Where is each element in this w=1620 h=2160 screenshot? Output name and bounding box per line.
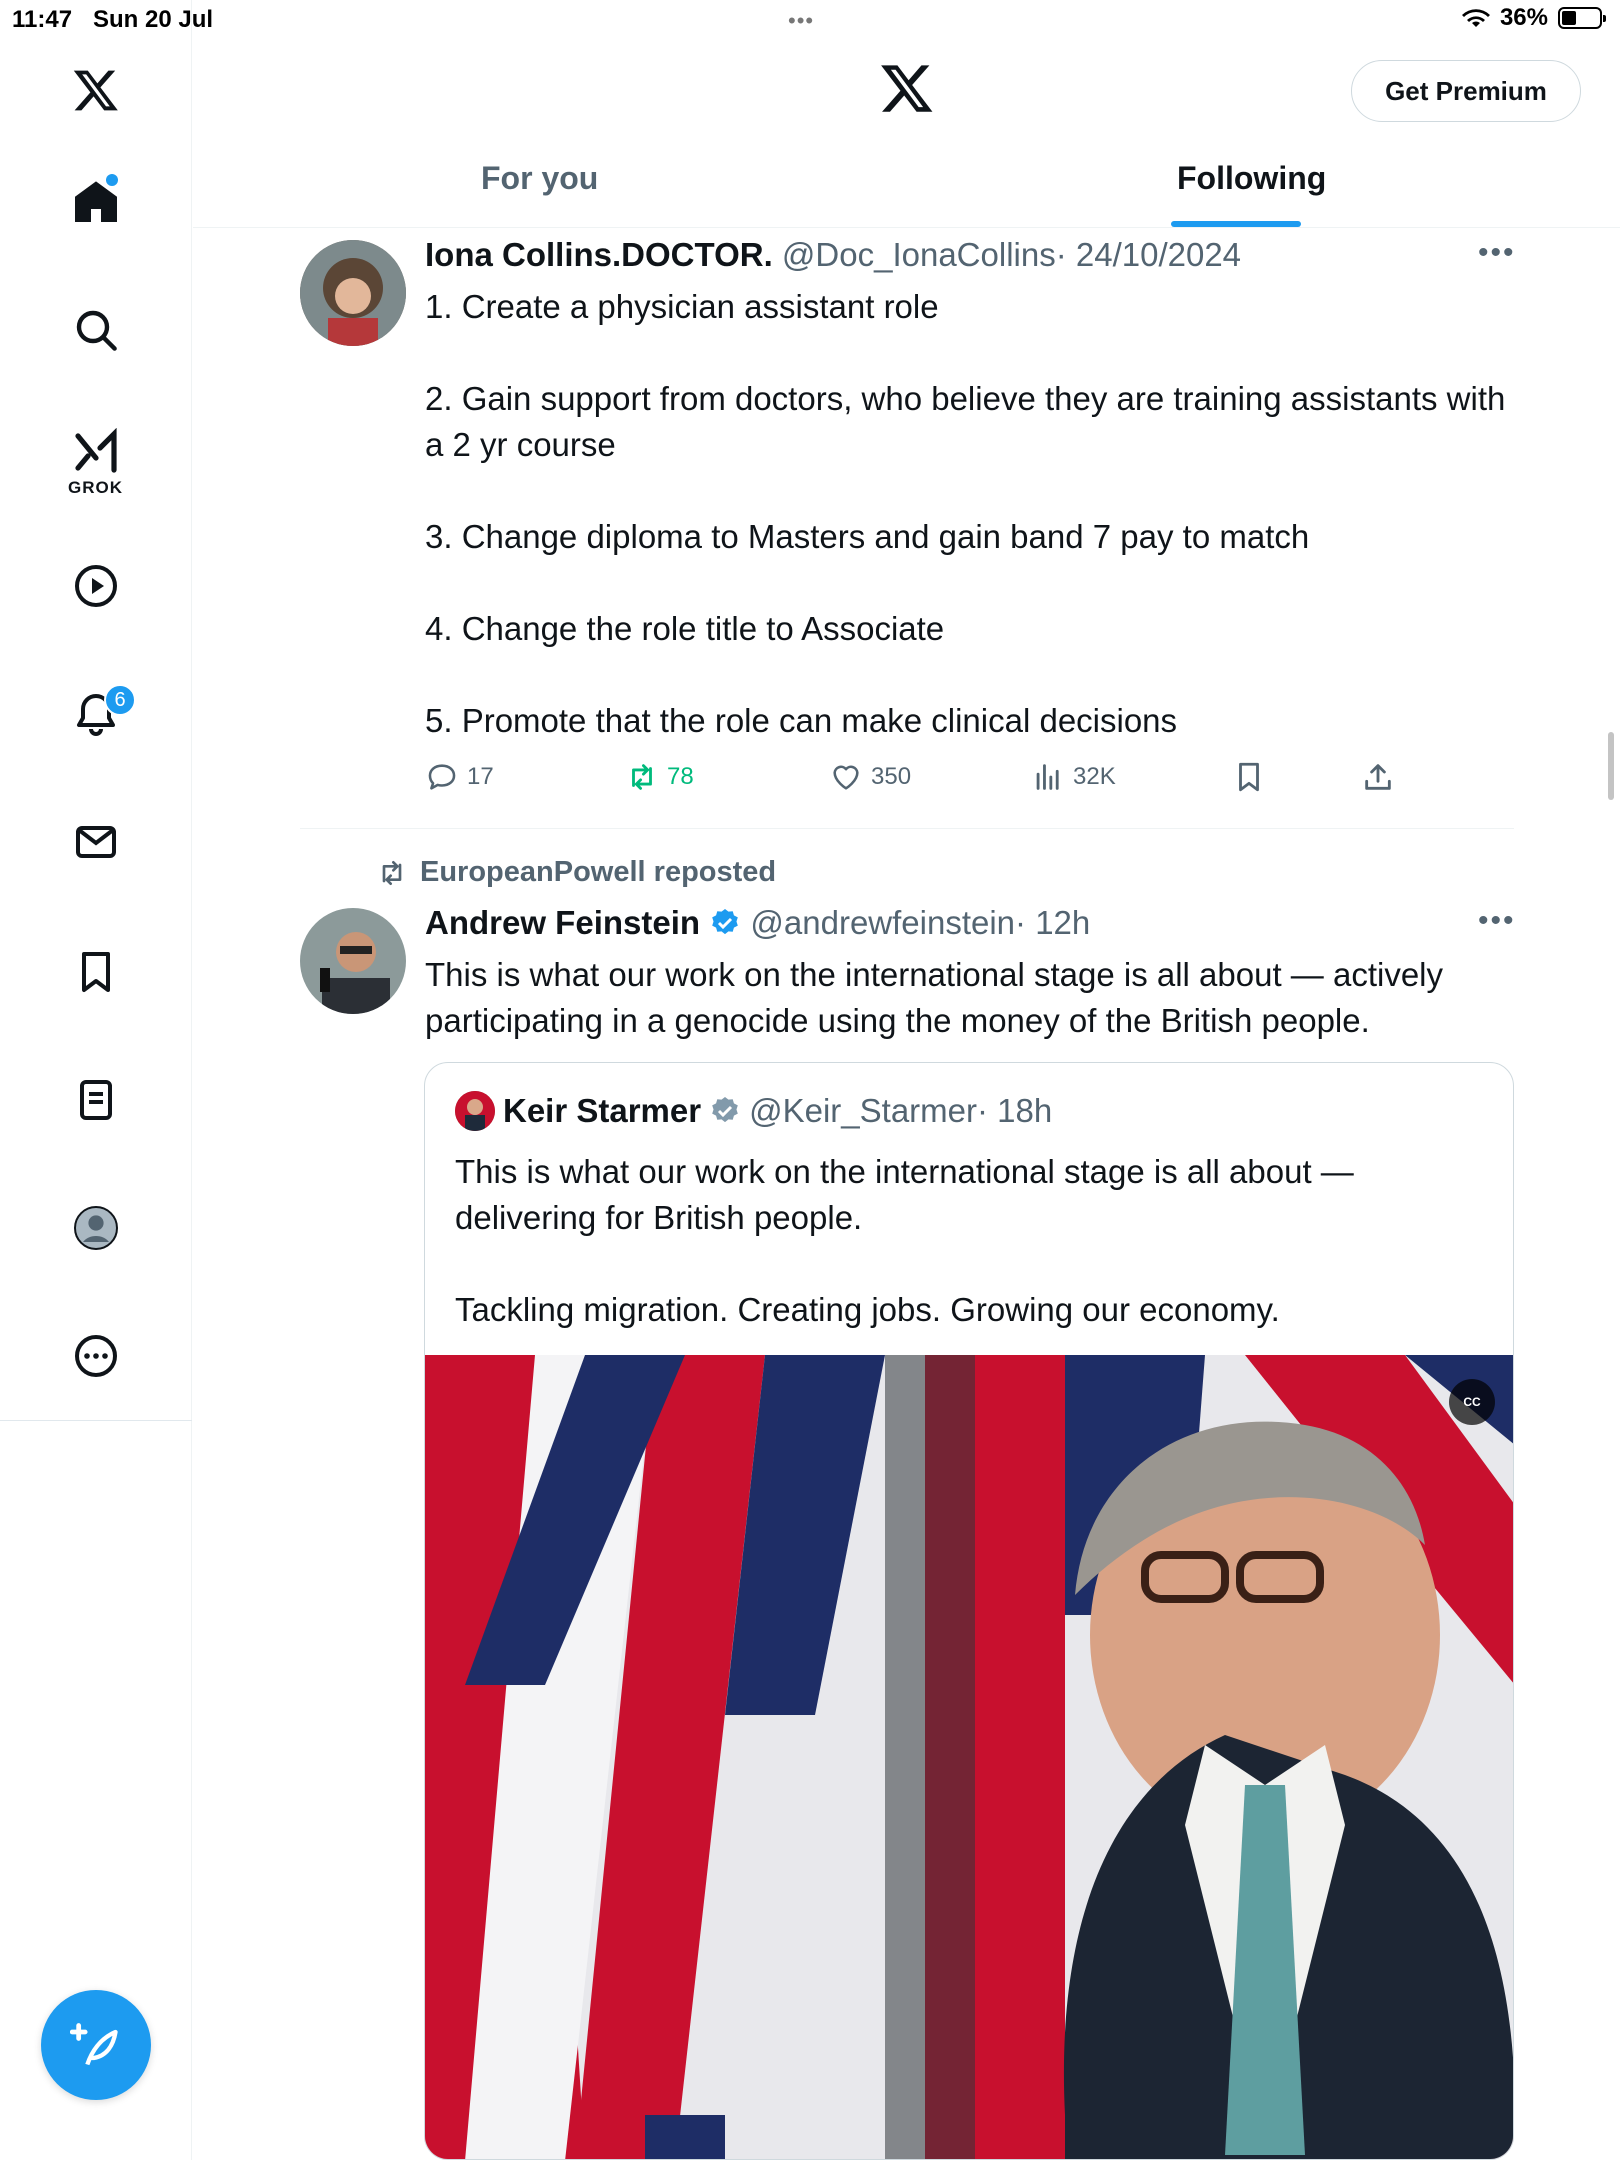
tweet-body: This is what our work on the internation… <box>425 952 1515 1044</box>
repost-label[interactable]: EuropeanPowell reposted <box>420 856 776 889</box>
sidebar-item-profile[interactable] <box>62 1194 130 1262</box>
get-premium-button[interactable]: Get Premium <box>1351 60 1581 122</box>
repost-icon <box>632 764 652 790</box>
search-icon <box>76 310 117 351</box>
wifi-icon <box>1461 9 1490 27</box>
quoted-author-name: Keir Starmer <box>503 1092 702 1129</box>
x-logo-icon[interactable] <box>62 56 130 124</box>
sidebar-item-grok[interactable] <box>62 418 130 486</box>
avatar <box>455 1091 495 1131</box>
timeline-header: Get Premium For you Following <box>193 40 1620 228</box>
avatar-image <box>300 240 406 346</box>
tab-for-you[interactable]: For you <box>481 160 598 197</box>
tweet-body: 1. Create a physician assistant role 2. … <box>425 284 1515 744</box>
avatar[interactable] <box>300 240 406 346</box>
tweet-header: Iona Collins.DOCTOR. @Doc_IonaCollins· 2… <box>425 236 1241 274</box>
grok-label: GROK <box>68 478 123 497</box>
sidebar-item-home[interactable] <box>62 168 130 236</box>
notification-badge: 6 <box>104 684 136 716</box>
share-icon <box>1365 764 1391 790</box>
home-unread-dot <box>106 174 118 186</box>
verified-badge-icon <box>712 1097 738 1123</box>
battery-percent: 36% <box>1499 4 1548 31</box>
author-name[interactable]: Iona Collins.DOCTOR. <box>425 236 773 273</box>
author-handle[interactable]: @andrewfeinstein <box>750 904 1015 941</box>
like-button[interactable]: 350 <box>829 760 911 794</box>
tweet-actions: 17 78 350 32K <box>425 760 1425 800</box>
repost-count: 78 <box>667 763 694 790</box>
video-frame-image <box>425 1355 1513 2159</box>
avatar-image <box>300 908 406 1014</box>
active-tab-indicator <box>1171 221 1301 227</box>
tweet-paragraph: 2. Gain support from doctors, who believ… <box>425 380 1506 463</box>
views-chart-icon <box>1036 764 1059 790</box>
sidebar-item-more[interactable] <box>62 1322 130 1390</box>
quoted-paragraph: This is what our work on the internation… <box>455 1153 1354 1236</box>
reply-button[interactable]: 17 <box>425 760 494 794</box>
list-icon <box>80 1080 112 1120</box>
compose-feather-icon <box>70 2023 118 2066</box>
status-bar: 11:47 Sun 20 Jul ••• 36% <box>0 0 1620 40</box>
bookmark-icon <box>1239 762 1259 792</box>
quoted-tweet-time: · 18h <box>977 1092 1053 1129</box>
mail-icon <box>76 826 116 858</box>
repost-context: EuropeanPowell reposted <box>376 856 776 889</box>
repost-button[interactable]: 78 <box>625 760 694 794</box>
video-player[interactable]: CC <box>425 1355 1513 2159</box>
verified-badge-icon <box>712 909 739 935</box>
quoted-tweet-header: Keir Starmer @Keir_Starmer· 18h <box>455 1091 1052 1131</box>
closed-captions-button[interactable]: CC <box>1449 1379 1495 1425</box>
reply-count: 17 <box>467 763 494 790</box>
compose-post-button[interactable] <box>41 1990 151 2100</box>
x-logo-icon[interactable] <box>879 60 935 116</box>
tweet-separator <box>300 828 1514 829</box>
play-icon <box>75 565 117 607</box>
tweet-paragraph: This is what our work on the internation… <box>425 956 1444 1039</box>
tweet-paragraph: 3. Change diploma to Masters and gain ba… <box>425 518 1310 555</box>
views-button[interactable]: 32K <box>1031 760 1116 794</box>
author-name[interactable]: Andrew Feinstein <box>425 904 700 941</box>
quoted-paragraph: Tackling migration. Creating jobs. Growi… <box>455 1291 1280 1328</box>
tweet-time[interactable]: · 12h <box>1015 904 1090 941</box>
profile-icon <box>74 1206 118 1250</box>
author-handle[interactable]: @Doc_IonaCollins <box>782 236 1056 273</box>
grok-icon <box>75 428 117 473</box>
sidebar-item-lists[interactable] <box>62 1066 130 1134</box>
quoted-tweet-body: This is what our work on the internation… <box>455 1149 1475 1379</box>
heart-icon <box>833 765 859 790</box>
more-options-icon[interactable]: ••• <box>1478 904 1516 938</box>
tweet-paragraph: 5. Promote that the role can make clinic… <box>425 702 1178 739</box>
tweet-header: Andrew Feinstein @andrewfeinstein· 12h <box>425 904 1090 942</box>
multitasking-dots[interactable]: ••• <box>788 8 814 34</box>
quoted-tweet[interactable]: Keir Starmer @Keir_Starmer· 18h This is … <box>424 1062 1514 2160</box>
tweet-paragraph: 1. Create a physician assistant role <box>425 288 939 325</box>
sidebar-item-videos[interactable] <box>62 552 130 620</box>
tweet-paragraph: 4. Change the role title to Associate <box>425 610 945 647</box>
more-circle-icon <box>75 1335 117 1377</box>
avatar[interactable] <box>300 908 406 1014</box>
view-count: 32K <box>1073 763 1116 790</box>
bookmark-button[interactable] <box>1232 760 1266 794</box>
tab-following[interactable]: Following <box>1177 160 1326 197</box>
battery-icon <box>1558 7 1606 29</box>
repost-icon <box>382 860 402 885</box>
quoted-author-handle: @Keir_Starmer <box>749 1092 977 1129</box>
sidebar-item-messages[interactable] <box>62 808 130 876</box>
share-button[interactable] <box>1361 760 1395 794</box>
sidebar-divider <box>0 1420 192 1421</box>
bookmark-icon <box>82 952 110 992</box>
tweet-time[interactable]: · 24/10/2024 <box>1056 236 1241 273</box>
sidebar-item-explore[interactable] <box>62 296 130 364</box>
sidebar-item-bookmarks[interactable] <box>62 938 130 1006</box>
more-options-icon[interactable]: ••• <box>1478 236 1516 270</box>
reply-icon <box>428 764 456 790</box>
scrollbar[interactable] <box>1608 732 1614 800</box>
like-count: 350 <box>871 763 912 790</box>
sidebar: GROK 6 <box>0 0 192 2160</box>
status-right: 36% <box>1461 4 1606 32</box>
